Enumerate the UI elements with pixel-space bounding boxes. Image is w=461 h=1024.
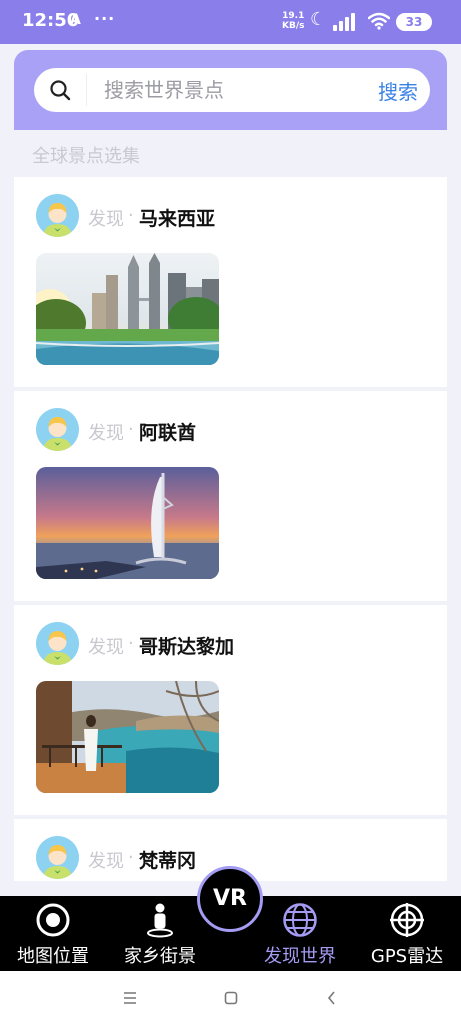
wifi-icon [368,12,390,30]
post-card[interactable]: 发现 · 阿联酋 [14,391,447,601]
discover-label: 发现 [88,209,124,230]
network-speed-value: 19.1 [282,11,305,21]
nav-label: 家乡街景 [124,946,196,967]
avatar [36,622,79,665]
search-bar: 搜索 [34,68,430,112]
place-name[interactable]: 哥斯达黎加 [139,632,234,659]
separator-dot: · [128,847,134,868]
globe-icon [283,903,317,937]
place-name[interactable]: 马来西亚 [139,204,215,231]
attraction-feed[interactable]: 发现 · 马来西亚 发现 · 阿联酋 发现 · 哥斯达黎加 发现 · 梵蒂冈 [14,177,447,881]
place-name[interactable]: 阿联酋 [139,418,196,445]
nav-label: 地图位置 [17,946,89,967]
avatar [36,836,79,879]
search-input[interactable] [104,75,364,105]
section-title: 全球景点选集 [32,146,140,167]
nav-map-location[interactable]: 地图位置 [3,902,103,968]
nav-gps-radar[interactable]: GPS雷达 [357,902,457,968]
street-view-person-icon [147,903,173,938]
post-photo[interactable] [36,467,219,579]
discover-label: 发现 [88,851,124,872]
menu-icon[interactable] [115,985,145,1011]
home-icon[interactable] [216,985,246,1011]
post-card[interactable]: 发现 · 哥斯达黎加 [14,605,447,815]
separator-dot: · [128,419,134,440]
nav-label: 发现世界 [264,946,336,967]
nav-label: GPS雷达 [370,946,444,967]
status-bar: 12:50 A ··· 19.1 KB/s ☾ 33 [0,0,461,44]
discover-label: 发现 [88,637,124,658]
discover-label: 发现 [88,423,124,444]
moon-icon: ☾ [310,9,327,30]
search-icon[interactable] [49,79,71,101]
notification-icon: A [70,12,81,28]
avatar [36,408,79,451]
more-notifications-indicator: ··· [94,9,116,28]
network-speed-unit: KB/s [282,21,305,31]
search-panel: 搜索 [14,50,447,130]
nav-hometown-street-view[interactable]: 家乡街景 [110,902,210,968]
post-photo[interactable] [36,253,219,365]
post-card[interactable]: 发现 · 马来西亚 [14,177,447,387]
nav-discover-world[interactable]: 发现世界 [250,902,350,968]
search-button[interactable]: 搜索 [378,76,418,105]
system-nav-bar [0,971,461,1024]
post-photo[interactable] [36,681,219,793]
vr-button[interactable]: VR [197,866,263,932]
radar-crosshair-icon [390,903,424,937]
signal-icon [333,13,359,31]
location-target-icon [36,903,70,937]
battery-icon: 33 [396,13,432,31]
separator-dot: · [128,205,134,226]
separator-dot: · [128,633,134,654]
place-name[interactable]: 梵蒂冈 [139,846,196,873]
avatar [36,194,79,237]
network-speed: 19.1 KB/s [282,11,304,31]
back-icon[interactable] [317,985,347,1011]
search-divider [86,74,87,106]
